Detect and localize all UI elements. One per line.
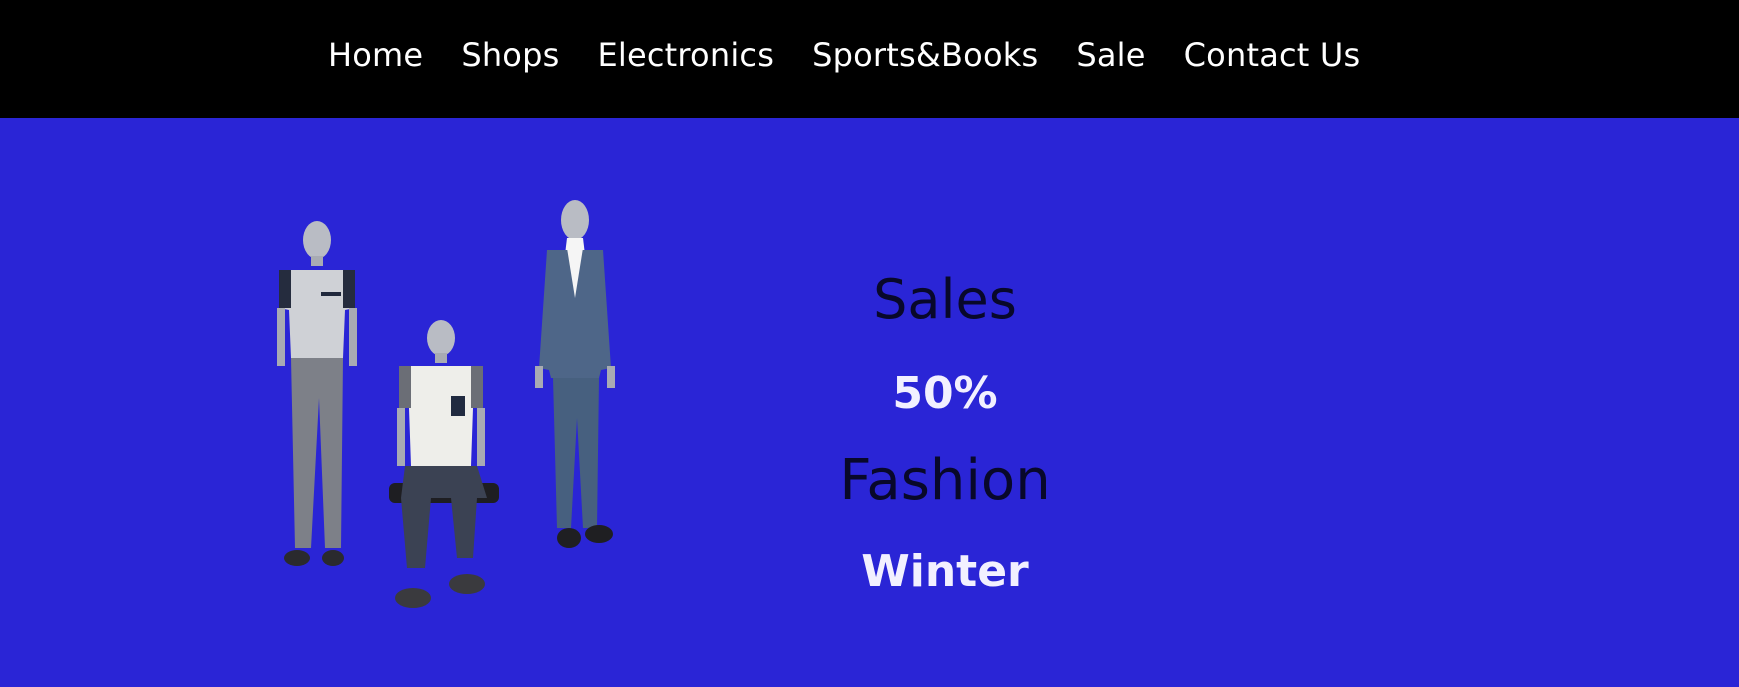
promo-heading-sales: Sales [873,268,1017,331]
nav-link-shops[interactable]: Shops [461,36,559,74]
nav-item-shops: Shops [461,36,559,74]
nav-item-home: Home [328,36,423,74]
nav-link-sports-books[interactable]: Sports&Books [812,36,1038,74]
promo-heading-fashion: Fashion [839,448,1051,513]
promo-text-block: Sales 50% Fashion Winter [745,118,1145,687]
nav-link-sale[interactable]: Sale [1076,36,1145,74]
mannequins-image [277,200,615,608]
mannequin-standing-right [535,200,615,548]
top-navbar: Home Shops Electronics Sports&Books Sale… [0,0,1739,118]
nav-link-home[interactable]: Home [328,36,423,74]
nav-link-contact-us[interactable]: Contact Us [1184,36,1361,74]
nav-item-sports-books: Sports&Books [812,36,1038,74]
nav-item-contact-us: Contact Us [1184,36,1361,74]
hero-banner: Sales 50% Fashion Winter [0,118,1739,687]
mannequin-seated [389,320,499,608]
mannequin-standing-left [277,221,357,566]
nav-link-electronics[interactable]: Electronics [597,36,774,74]
nav-item-sale: Sale [1076,36,1145,74]
promo-season: Winter [861,546,1029,597]
promo-discount: 50% [892,368,998,419]
nav-menu: Home Shops Electronics Sports&Books Sale… [328,36,1360,74]
nav-item-electronics: Electronics [597,36,774,74]
